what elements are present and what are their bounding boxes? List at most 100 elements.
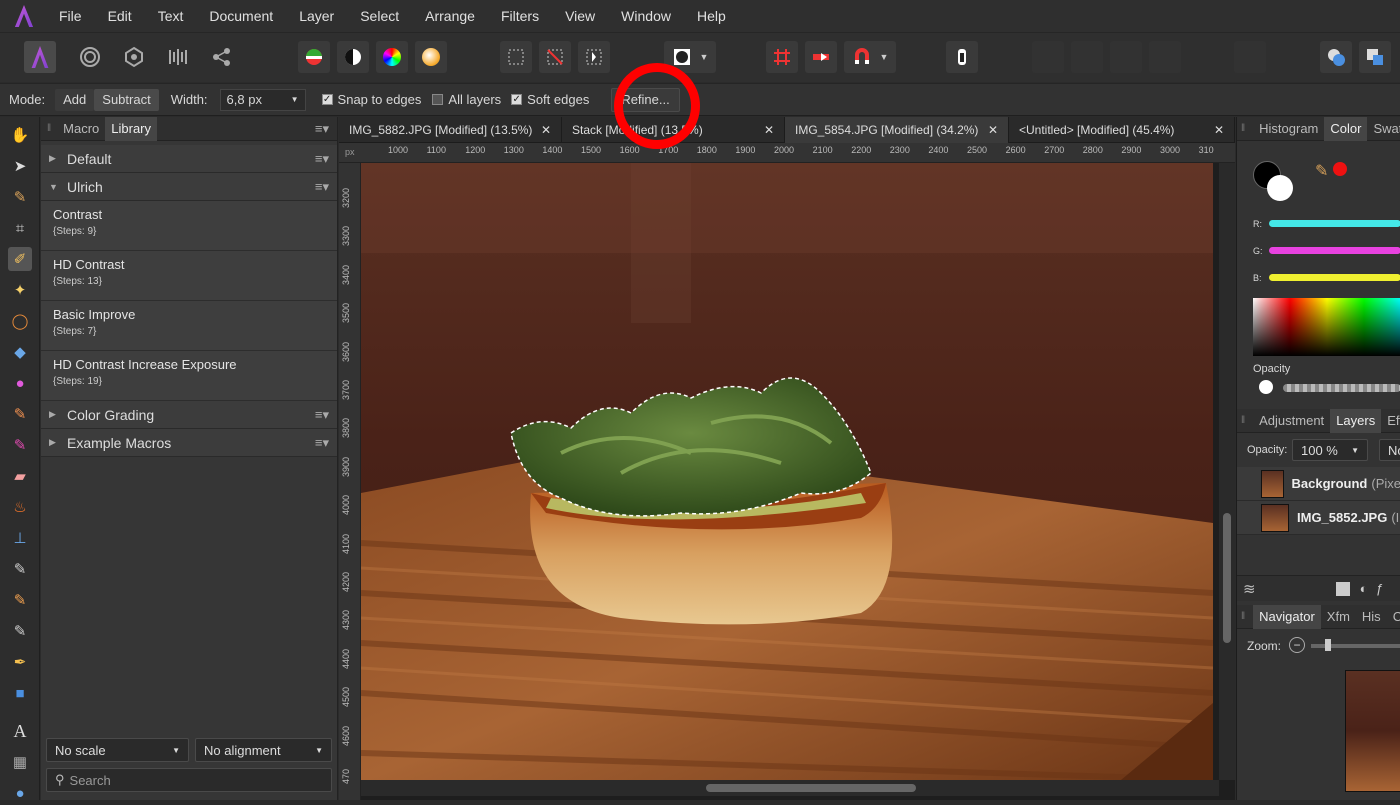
width-field[interactable]: 6,8 px ▼ xyxy=(219,88,306,111)
tab-layers[interactable]: Layers xyxy=(1330,408,1382,433)
search-input[interactable]: ⚲ Search xyxy=(46,768,332,792)
arrange-backward-button[interactable] xyxy=(1071,41,1103,73)
burn-tool-icon[interactable]: ♨ xyxy=(8,495,32,519)
tab-effects[interactable]: Effe xyxy=(1381,409,1400,433)
move-tool-icon[interactable]: ➤ xyxy=(8,154,32,178)
b-slider[interactable] xyxy=(1269,274,1400,281)
tab-adjustment[interactable]: Adjustment xyxy=(1253,409,1330,433)
export-persona-button[interactable] xyxy=(206,41,238,73)
layer-opacity-field[interactable]: 100 % ▼ xyxy=(1292,439,1368,461)
blend-mode-dropdown[interactable]: No xyxy=(1379,439,1400,461)
deselect-button[interactable] xyxy=(539,41,571,73)
auto-contrast-button[interactable] xyxy=(337,41,369,73)
color-spectrum[interactable] xyxy=(1253,298,1400,356)
category-menu-icon[interactable]: ≡▾ xyxy=(315,407,329,423)
opacity-slider[interactable] xyxy=(1283,384,1400,392)
close-icon[interactable]: ✕ xyxy=(541,123,551,137)
scrollbar-thumb[interactable] xyxy=(1223,513,1231,643)
close-icon[interactable]: ✕ xyxy=(764,123,774,137)
panel-menu-icon[interactable]: ≡▾ xyxy=(315,121,329,137)
zoom-slider-thumb[interactable] xyxy=(1325,639,1331,651)
tab-swatches[interactable]: Swatc xyxy=(1367,117,1400,141)
flood-fill-tool-icon[interactable]: ◆ xyxy=(8,340,32,364)
tab-transform[interactable]: Xfm xyxy=(1321,605,1356,629)
g-slider[interactable] xyxy=(1269,247,1400,254)
mesh-warp-tool-icon[interactable]: ▦ xyxy=(8,750,32,774)
category-color-grading[interactable]: ▶ Color Grading ≡▾ xyxy=(41,401,337,429)
eyedropper-icon[interactable]: ✎ xyxy=(1315,161,1328,181)
develop-persona-button[interactable] xyxy=(118,41,150,73)
macro-item[interactable]: HD Contrast Increase Exposure {Steps: 19} xyxy=(41,351,337,401)
photo-persona-button[interactable] xyxy=(24,41,56,73)
opacity-slider-thumb[interactable] xyxy=(1259,380,1273,394)
doc-tab[interactable]: <Untitled> [Modified] (45.4%) ✕ xyxy=(1009,117,1235,143)
menu-document[interactable]: Document xyxy=(209,8,273,24)
zoom-out-icon[interactable]: − xyxy=(1289,637,1305,653)
horizontal-scrollbar[interactable] xyxy=(361,780,1219,796)
mode-add-button[interactable]: Add xyxy=(55,88,95,111)
vertical-scrollbar[interactable] xyxy=(1219,163,1235,780)
menu-filters[interactable]: Filters xyxy=(501,8,539,24)
arrange-front-button[interactable] xyxy=(1149,41,1181,73)
pen-tool-icon[interactable]: ✒ xyxy=(8,650,32,674)
menu-select[interactable]: Select xyxy=(360,8,399,24)
menu-file[interactable]: File xyxy=(59,8,82,24)
paint-brush-tool-icon[interactable]: ✎ xyxy=(8,402,32,426)
photo-image[interactable] xyxy=(361,163,1213,780)
category-menu-icon[interactable]: ≡▾ xyxy=(315,151,329,167)
category-menu-icon[interactable]: ≡▾ xyxy=(315,179,329,195)
tab-histogram[interactable]: Histogram xyxy=(1253,117,1324,141)
selection-brush-tool-icon[interactable]: ✐ xyxy=(8,247,32,271)
tab-history[interactable]: His xyxy=(1356,605,1387,629)
select-all-button[interactable] xyxy=(500,41,532,73)
menu-help[interactable]: Help xyxy=(697,8,726,24)
boolean-add-button[interactable] xyxy=(1320,41,1352,73)
secondary-color-swatch[interactable] xyxy=(1267,175,1293,201)
category-menu-icon[interactable]: ≡▾ xyxy=(315,435,329,451)
boolean-subtract-button[interactable] xyxy=(1359,41,1391,73)
close-icon[interactable]: ✕ xyxy=(1214,123,1224,137)
erase-brush-tool-icon[interactable]: ▰ xyxy=(8,464,32,488)
category-example-macros[interactable]: ▶ Example Macros ≡▾ xyxy=(41,429,337,457)
category-default[interactable]: ▶ Default ≡▾ xyxy=(41,145,337,173)
invert-selection-button[interactable] xyxy=(578,41,610,73)
menu-text[interactable]: Text xyxy=(158,8,184,24)
layers-stack-icon[interactable]: ≋ xyxy=(1243,580,1256,598)
category-ulrich[interactable]: ▼ Ulrich ≡▾ xyxy=(41,173,337,201)
color-replacement-tool-icon[interactable]: ✎ xyxy=(8,433,32,457)
tab-channels[interactable]: Ch xyxy=(1387,605,1400,629)
crop-tool-icon[interactable]: ⌗ xyxy=(8,216,32,240)
auto-colors-button[interactable] xyxy=(376,41,408,73)
close-icon[interactable]: ✕ xyxy=(988,123,998,137)
auto-white-balance-button[interactable] xyxy=(415,41,447,73)
assistant-button[interactable] xyxy=(946,41,978,73)
scrollbar-thumb[interactable] xyxy=(706,784,916,792)
menu-view[interactable]: View xyxy=(565,8,595,24)
zoom-tool-icon[interactable]: ● xyxy=(8,781,32,805)
layer-row[interactable]: IMG_5852.JPG (I xyxy=(1237,501,1400,535)
mask-layer-icon[interactable] xyxy=(1335,581,1350,596)
rectangle-tool-icon[interactable]: ■ xyxy=(8,681,32,705)
text-tool-icon[interactable]: A xyxy=(8,719,32,743)
layer-row[interactable]: Background (Pixe xyxy=(1237,467,1400,501)
doc-tab-active[interactable]: IMG_5854.JPG [Modified] (34.2%) ✕ xyxy=(785,117,1009,143)
lasso-tool-icon[interactable]: ◯ xyxy=(8,309,32,333)
menu-arrange[interactable]: Arrange xyxy=(425,8,475,24)
mode-subtract-button[interactable]: Subtract xyxy=(94,88,159,111)
fx-icon[interactable]: ƒ xyxy=(1375,581,1382,596)
macro-item[interactable]: Basic Improve {Steps: 7} xyxy=(41,301,337,351)
clone-tool-icon[interactable]: ⊥ xyxy=(8,526,32,550)
red-eye-tool-icon[interactable]: ✎ xyxy=(8,619,32,643)
magic-wand-tool-icon[interactable]: ✦ xyxy=(8,278,32,302)
adjustment-layer-icon[interactable]: ◐ xyxy=(1360,581,1368,596)
tab-color[interactable]: Color xyxy=(1324,116,1368,141)
picked-color-swatch[interactable] xyxy=(1333,162,1347,176)
tab-library[interactable]: Library xyxy=(105,116,158,141)
auto-levels-button[interactable] xyxy=(298,41,330,73)
soft-edges-checkbox[interactable]: ✓ Soft edges xyxy=(511,92,589,107)
macro-item[interactable]: HD Contrast {Steps: 13} xyxy=(41,251,337,301)
macro-item[interactable]: Contrast {Steps: 9} xyxy=(41,201,337,251)
arrange-back-button[interactable] xyxy=(1032,41,1064,73)
document-canvas[interactable]: px 1000 1100 1200 1300 1400 1500 1600 1700 1800 1… xyxy=(339,143,1235,800)
menu-layer[interactable]: Layer xyxy=(299,8,334,24)
